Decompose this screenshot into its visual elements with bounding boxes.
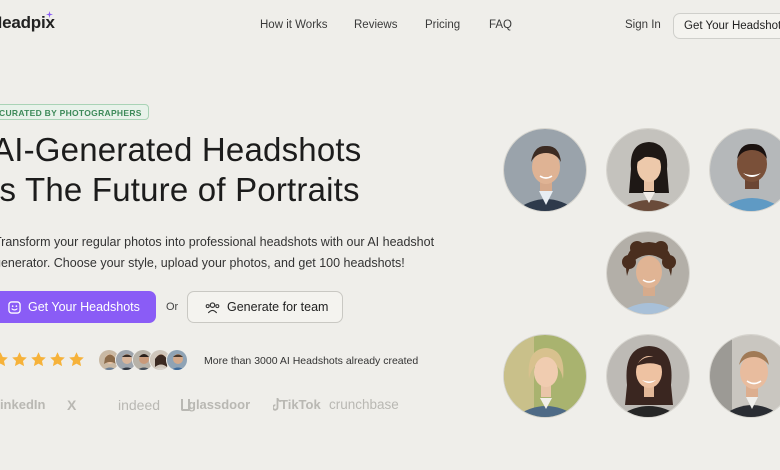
generate-for-team-button[interactable]: Generate for team xyxy=(187,291,343,323)
subtext-line-1: Transform your regular photos into profe… xyxy=(0,235,435,249)
hero-subtext: Transform your regular photos into profe… xyxy=(0,232,454,274)
headshot-portrait xyxy=(503,334,587,418)
generate-for-team-label: Generate for team xyxy=(227,300,329,314)
brand-logos: LinkedIn X indeed glassdoor TikTok crunc… xyxy=(0,397,442,415)
headshot-portrait xyxy=(709,128,780,212)
star-icon xyxy=(50,352,65,367)
headshot-portrait xyxy=(606,128,690,212)
nav-link-pricing[interactable]: Pricing xyxy=(425,19,460,31)
avatar xyxy=(166,349,188,371)
star-icon xyxy=(31,352,46,367)
star-icon xyxy=(69,352,84,367)
headshot-portrait xyxy=(503,128,587,212)
smiley-icon xyxy=(8,300,21,314)
sign-in-link[interactable]: Sign In xyxy=(625,19,661,31)
nav-link-reviews[interactable]: Reviews xyxy=(354,19,397,31)
sparkle-icon xyxy=(46,11,53,18)
brand-indeed: indeed xyxy=(118,397,161,413)
brand-tiktok: TikTok xyxy=(280,397,321,412)
team-icon xyxy=(205,301,220,313)
headline-line-2: is The Future of Portraits xyxy=(0,171,360,208)
customer-avatars xyxy=(98,349,188,371)
get-headshots-label: Get Your Headshots xyxy=(28,300,140,314)
hero-headline: AI-Generated Headshots is The Future of … xyxy=(0,130,452,210)
star-icon xyxy=(12,352,27,367)
star-icon xyxy=(0,352,8,367)
subtext-line-2: generator. Choose your style, upload you… xyxy=(0,256,405,270)
brand-linkedin: LinkedIn xyxy=(0,397,46,412)
nav-link-faq[interactable]: FAQ xyxy=(489,19,512,31)
nav-link-how-it-works[interactable]: How it Works xyxy=(260,19,328,31)
brand-crunchbase: crunchbase xyxy=(329,397,399,412)
nav-get-headshots-button[interactable]: Get Your Headshots xyxy=(673,13,780,39)
brand-glassdoor: glassdoor xyxy=(188,397,251,412)
rating-stars xyxy=(0,351,85,368)
brand-x: X xyxy=(67,397,77,413)
top-navigation: Headpix How it Works Reviews Pricing FAQ… xyxy=(0,0,780,52)
headshot-portrait xyxy=(709,334,780,418)
or-label: Or xyxy=(166,301,179,313)
social-proof-text: More than 3000 AI Headshots already crea… xyxy=(204,355,419,367)
get-headshots-button[interactable]: Get Your Headshots xyxy=(0,291,156,323)
headshot-portrait xyxy=(606,334,690,418)
headshot-portrait xyxy=(606,231,690,315)
curated-badge: CURATED BY PHOTOGRAPHERS xyxy=(0,104,149,120)
headline-line-1: AI-Generated Headshots xyxy=(0,131,362,168)
